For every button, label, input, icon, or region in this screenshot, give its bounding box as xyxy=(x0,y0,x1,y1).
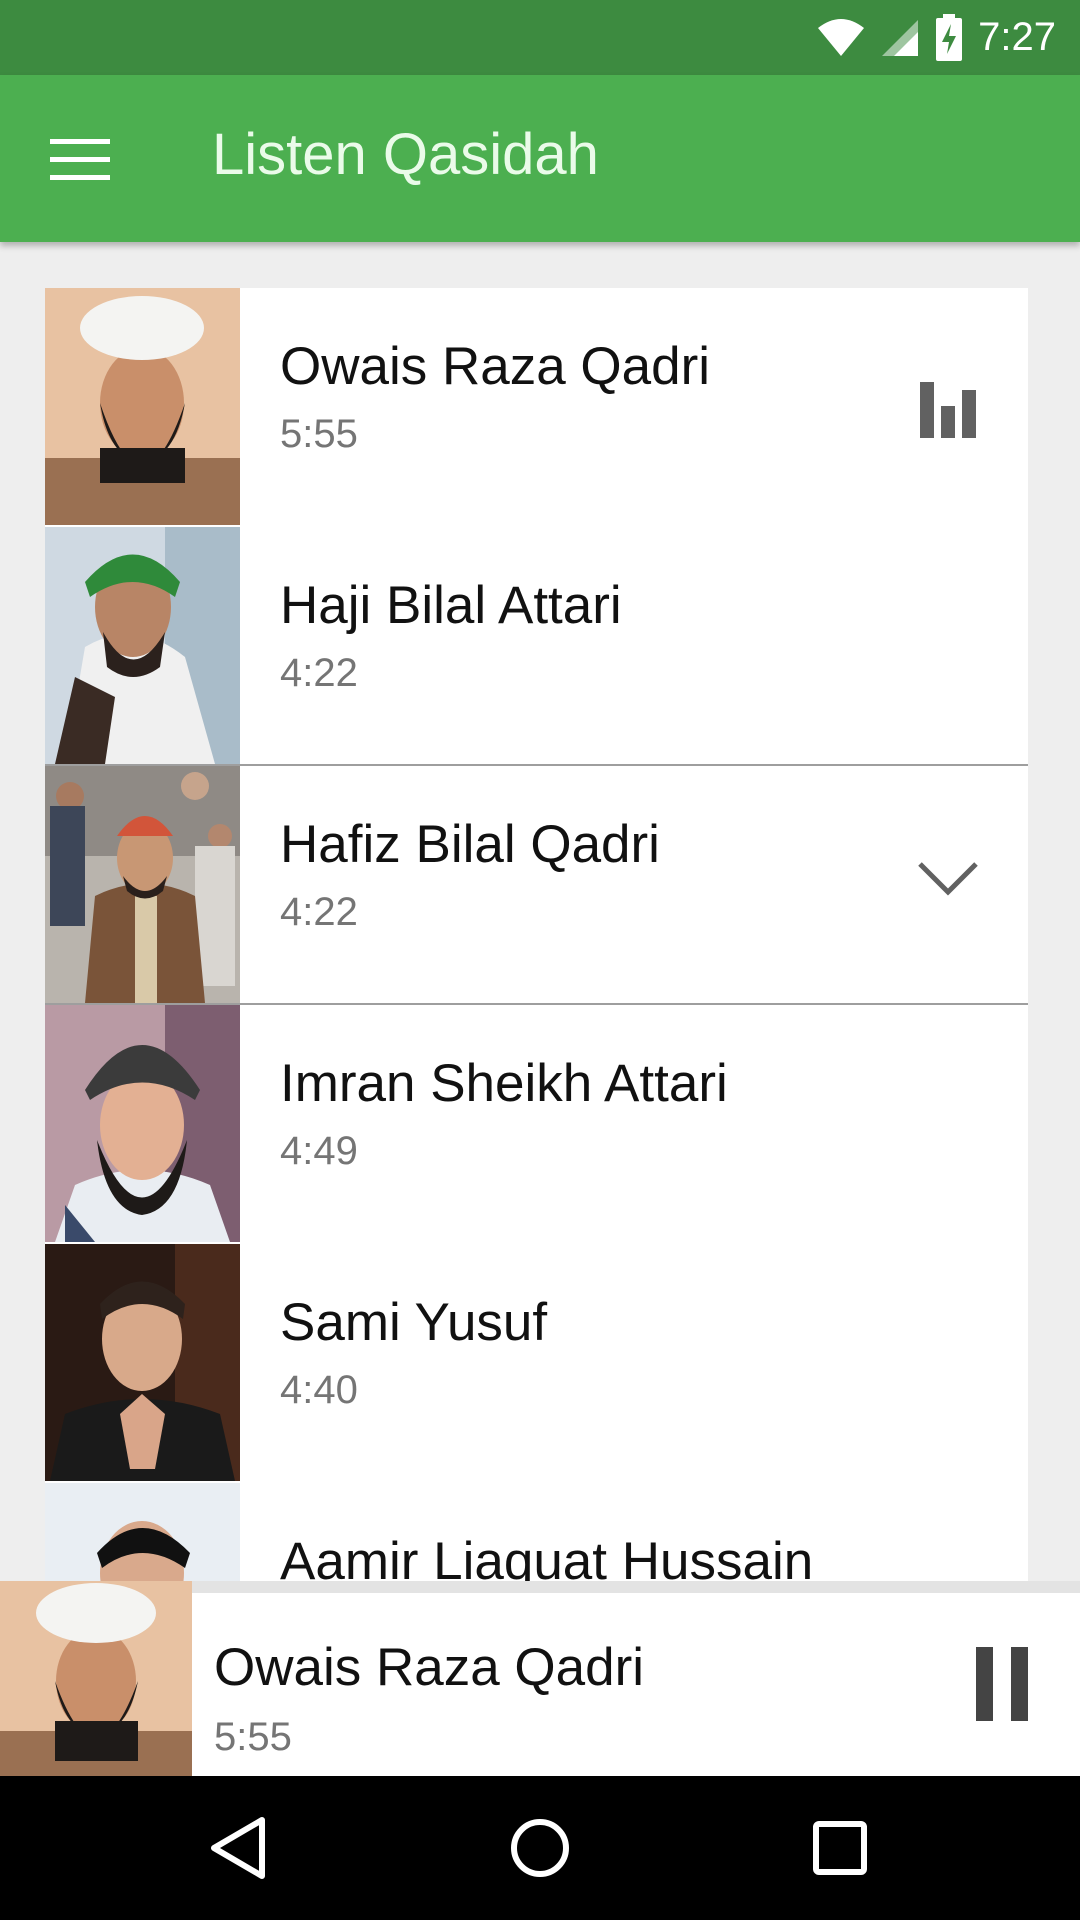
equalizer-icon xyxy=(920,382,976,438)
track-list[interactable]: Owais Raza Qadri 5:55 Haji Bilal Attari … xyxy=(45,288,1028,1581)
status-bar: 7:27 xyxy=(0,0,1080,75)
artist-thumbnail xyxy=(45,527,240,764)
track-title: Owais Raza Qadri xyxy=(280,337,711,396)
status-time: 7:27 xyxy=(978,15,1056,59)
pause-button[interactable] xyxy=(976,1647,1028,1721)
now-playing-title: Owais Raza Qadri xyxy=(214,1638,645,1697)
track-duration: 4:49 xyxy=(280,1129,358,1173)
now-playing-bar[interactable]: Owais Raza Qadri 5:55 xyxy=(0,1581,1080,1788)
track-title: Hafiz Bilal Qadri xyxy=(280,815,660,874)
list-item[interactable]: Hafiz Bilal Qadri 4:22 xyxy=(45,766,1028,1005)
track-duration: 5:55 xyxy=(280,412,358,456)
wifi-icon xyxy=(818,18,865,56)
track-title: Sami Yusuf xyxy=(280,1293,548,1352)
page-title: Listen Qasidah xyxy=(212,122,599,187)
artist-thumbnail xyxy=(45,288,240,525)
now-playing-thumbnail xyxy=(0,1581,192,1788)
track-title: Imran Sheikh Attari xyxy=(280,1054,728,1113)
track-duration: 4:22 xyxy=(280,890,358,934)
list-item[interactable]: Sami Yusuf 4:40 xyxy=(45,1244,1028,1483)
app-bar: Listen Qasidah xyxy=(0,75,1080,242)
back-icon[interactable] xyxy=(200,1808,280,1888)
now-playing-duration: 5:55 xyxy=(214,1715,292,1759)
navigation-bar xyxy=(0,1776,1080,1920)
track-title: Aamir Liaquat Hussain xyxy=(280,1532,814,1581)
track-duration: 4:40 xyxy=(280,1368,358,1412)
track-duration: 4:22 xyxy=(280,651,358,695)
menu-button[interactable] xyxy=(44,127,116,187)
artist-thumbnail xyxy=(45,1005,240,1242)
list-item[interactable]: Haji Bilal Attari 4:22 xyxy=(45,527,1028,766)
home-icon[interactable] xyxy=(500,1808,580,1888)
signal-icon xyxy=(882,19,919,56)
battery-charging-icon xyxy=(936,13,963,61)
track-title: Haji Bilal Attari xyxy=(280,576,622,635)
artist-thumbnail xyxy=(45,766,240,1003)
list-item[interactable]: Owais Raza Qadri 5:55 xyxy=(45,288,1028,527)
recents-icon[interactable] xyxy=(800,1808,880,1888)
list-item[interactable]: Imran Sheikh Attari 4:49 xyxy=(45,1005,1028,1244)
artist-thumbnail xyxy=(45,1244,240,1481)
list-item[interactable]: Aamir Liaquat Hussain xyxy=(45,1483,1028,1581)
chevron-down-icon[interactable] xyxy=(916,846,980,910)
artist-thumbnail xyxy=(45,1483,240,1581)
